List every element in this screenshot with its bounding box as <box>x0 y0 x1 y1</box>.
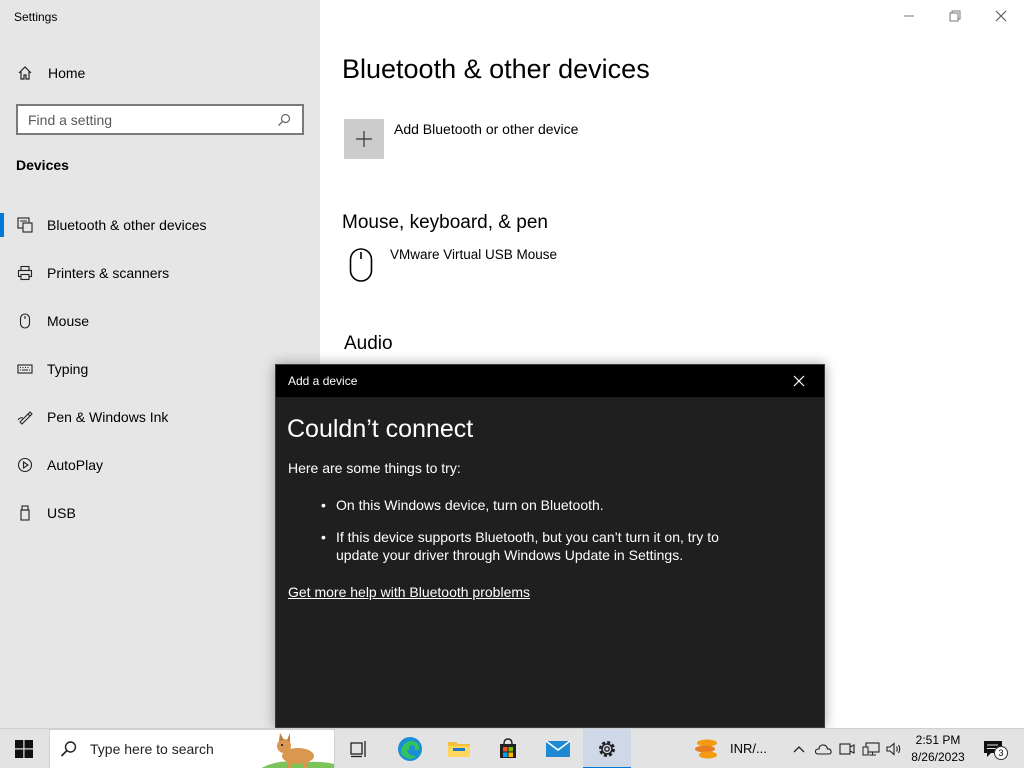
mouse-device-icon <box>348 247 374 283</box>
home-icon <box>16 64 34 82</box>
audio-heading: Audio <box>344 333 393 354</box>
show-hidden-icons-button[interactable] <box>788 729 810 768</box>
keyboard-icon <box>16 360 34 378</box>
clock-date: 8/26/2023 <box>911 750 965 764</box>
close-icon <box>995 10 1007 22</box>
bullet-icon: • <box>321 497 326 513</box>
sidebar-item-bluetooth[interactable]: Bluetooth & other devices <box>0 201 320 249</box>
search-highlight-dog-icon <box>261 733 334 768</box>
chevron-up-icon <box>793 746 805 753</box>
usb-icon <box>16 504 34 522</box>
close-window-button[interactable] <box>978 0 1024 32</box>
sidebar-item-label: AutoPlay <box>47 457 104 473</box>
add-device-dialog: Add a device Couldn’t connect Here are s… <box>275 364 825 728</box>
currency-stack-icon <box>695 739 717 759</box>
speaker-icon <box>886 742 901 756</box>
search-icon[interactable] <box>276 112 292 128</box>
meet-now-button[interactable] <box>836 729 858 768</box>
autoplay-icon <box>16 456 34 474</box>
taskbar: Type here to search INR/... 2:51 PM 8/26… <box>0 728 1024 768</box>
clock-time: 2:51 PM <box>915 733 961 747</box>
bluetooth-devices-icon <box>16 216 34 234</box>
taskbar-search[interactable]: Type here to search <box>49 729 335 768</box>
page-title: Bluetooth & other devices <box>342 54 650 84</box>
mouse-keyboard-pen-heading: Mouse, keyboard, & pen <box>342 212 548 233</box>
sidebar-item-typing[interactable]: Typing <box>0 345 320 393</box>
plus-icon <box>356 131 372 147</box>
devices-nav: Bluetooth & other devices Printers & sca… <box>0 201 320 537</box>
camera-icon <box>839 743 855 755</box>
sidebar-item-label: Typing <box>47 361 89 377</box>
currency-widget-button[interactable] <box>684 729 730 768</box>
store-icon <box>500 738 516 758</box>
sidebar-item-label: Bluetooth & other devices <box>47 217 207 233</box>
restore-button[interactable] <box>932 0 978 32</box>
gear-icon <box>599 741 615 757</box>
search-icon <box>60 741 77 757</box>
sidebar-item-label: USB <box>47 505 76 521</box>
sidebar-item-pen[interactable]: Pen & Windows Ink <box>0 393 320 441</box>
sidebar-item-mouse[interactable]: Mouse <box>0 297 320 345</box>
task-view-button[interactable] <box>335 729 383 768</box>
start-button[interactable] <box>0 729 48 768</box>
home-label: Home <box>48 65 86 81</box>
notification-count-badge: 3 <box>994 746 1008 760</box>
find-setting-search[interactable] <box>16 104 304 135</box>
cloud-icon <box>814 744 832 755</box>
onedrive-button[interactable] <box>812 729 834 768</box>
windows-logo-icon <box>15 740 33 758</box>
printer-icon <box>16 264 34 282</box>
tip-item: If this device supports Bluetooth, but y… <box>336 529 719 563</box>
bluetooth-help-link[interactable]: Get more help with Bluetooth problems <box>288 584 530 600</box>
pen-icon <box>16 408 34 426</box>
sidebar-item-printers[interactable]: Printers & scanners <box>0 249 320 297</box>
add-device-label[interactable]: Add Bluetooth or other device <box>394 121 578 137</box>
edge-browser-button[interactable] <box>386 729 434 768</box>
dialog-title: Add a device <box>288 374 358 388</box>
sidebar-item-autoplay[interactable]: AutoPlay <box>0 441 320 489</box>
sidebar-item-label: Mouse <box>47 313 90 329</box>
edge-icon <box>398 737 422 761</box>
home-nav-item[interactable]: Home <box>16 62 85 84</box>
store-button[interactable] <box>484 729 532 768</box>
task-view-icon <box>350 741 366 758</box>
mouse-device-label[interactable]: VMware Virtual USB Mouse <box>390 247 557 262</box>
dialog-intro: Here are some things to try: <box>288 460 461 476</box>
dialog-heading: Couldn’t connect <box>287 415 474 443</box>
sidebar-item-label: Pen & Windows Ink <box>47 409 169 425</box>
tip-item: On this Windows device, turn on Bluetoot… <box>336 497 604 513</box>
minimize-icon <box>904 15 914 17</box>
network-icon <box>862 742 880 756</box>
bullet-icon: • <box>321 529 326 545</box>
mail-icon <box>545 740 571 757</box>
settings-taskbar-button[interactable] <box>583 729 631 768</box>
find-setting-input[interactable] <box>28 111 276 128</box>
network-button[interactable] <box>860 729 882 768</box>
sidebar-item-usb[interactable]: USB <box>0 489 320 537</box>
clock[interactable]: 2:51 PM 8/26/2023 <box>905 732 971 766</box>
devices-section-label: Devices <box>16 157 69 173</box>
file-explorer-button[interactable] <box>435 729 483 768</box>
close-icon <box>793 375 805 387</box>
add-device-button[interactable] <box>344 119 384 159</box>
mail-button[interactable] <box>534 729 582 768</box>
sidebar-item-label: Printers & scanners <box>47 265 170 281</box>
minimize-button[interactable] <box>886 0 932 32</box>
currency-label[interactable]: INR/... <box>730 741 767 756</box>
volume-button[interactable] <box>884 729 906 768</box>
app-title: Settings <box>14 10 58 24</box>
sidebar: Settings Home Devices Bluetooth & other … <box>0 0 320 728</box>
dialog-close-button[interactable] <box>782 369 816 393</box>
folder-icon <box>448 742 470 757</box>
taskbar-search-placeholder: Type here to search <box>90 741 214 757</box>
mouse-icon <box>16 312 34 330</box>
dialog-titlebar: Add a device <box>276 365 824 397</box>
restore-icon <box>949 10 961 22</box>
